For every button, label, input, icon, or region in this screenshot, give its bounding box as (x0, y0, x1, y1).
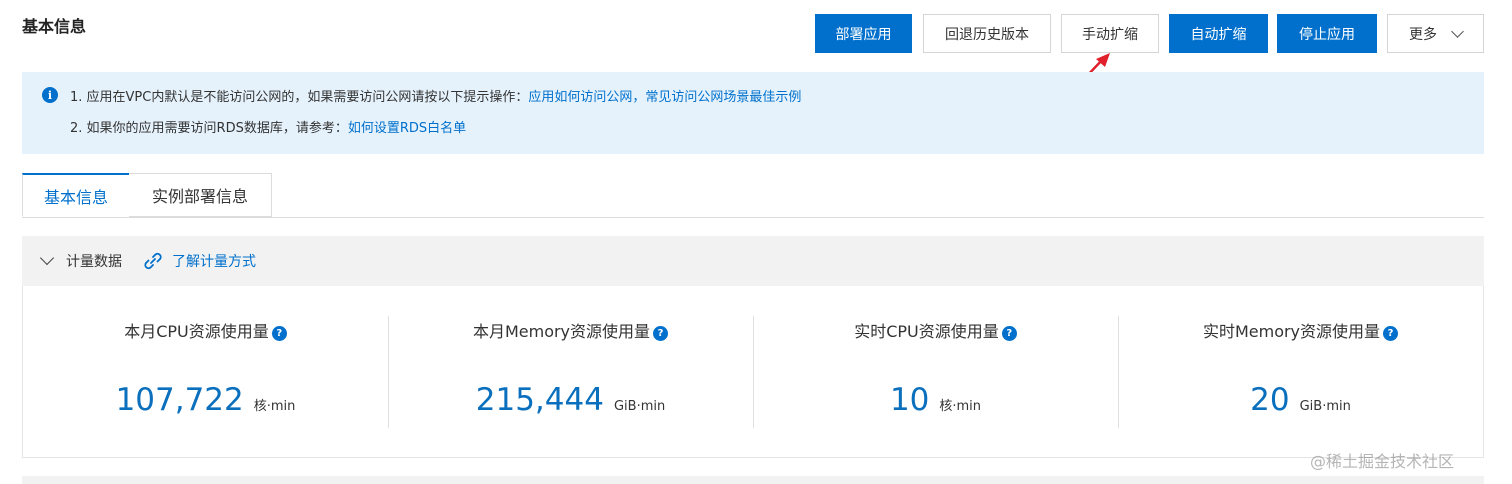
metric-value-row: 10 核·min (753, 382, 1118, 418)
more-dropdown[interactable]: 更多 (1387, 14, 1484, 53)
stop-button[interactable]: 停止应用 (1277, 14, 1377, 53)
help-icon[interactable]: ? (1001, 326, 1017, 341)
metric-value: 10 (889, 382, 930, 418)
metric-value-row: 20 GiB·min (1118, 382, 1483, 418)
metric-card: 实时CPU资源使用量? 10 核·min (753, 286, 1118, 456)
metric-unit: GiB·min (613, 399, 666, 414)
chevron-down-icon[interactable] (39, 250, 55, 266)
notice-line-1-text: 1. 应用在VPC内默认是不能访问公网的，如果需要访问公网请按以下提示操作： (70, 90, 529, 105)
info-notice: i 1. 应用在VPC内默认是不能访问公网的，如果需要访问公网请按以下提示操作：… (22, 72, 1484, 154)
notice-line-1: 1. 应用在VPC内默认是不能访问公网的，如果需要访问公网请按以下提示操作：应用… (70, 86, 801, 105)
metric-unit: 核·min (939, 399, 982, 414)
notice-line-2-text: 2. 如果你的应用需要访问RDS数据库，请参考： (70, 121, 348, 136)
link-internet-access[interactable]: 应用如何访问公网 (528, 90, 632, 105)
link-best-practices[interactable]: 常见访问公网场景最佳示例 (645, 90, 801, 105)
tab-basic-info[interactable]: 基本信息 (22, 173, 130, 217)
metric-value: 107,722 (115, 382, 244, 418)
manual-scale-button[interactable]: 手动扩缩 (1061, 14, 1159, 53)
info-icon: i (42, 87, 58, 103)
metric-title: 本月Memory资源使用量? (388, 318, 753, 342)
next-section-edge (22, 476, 1484, 484)
notice-separator: ， (632, 90, 646, 105)
metering-section-header: 计量数据 了解计量方式 (22, 236, 1484, 286)
deploy-button[interactable]: 部署应用 (815, 14, 912, 53)
metric-title-text: 实时Memory资源使用量 (1202, 322, 1381, 341)
chevron-down-icon (1451, 24, 1464, 38)
metric-card: 本月CPU资源使用量? 107,722 核·min (23, 286, 388, 456)
auto-scale-button[interactable]: 自动扩缩 (1169, 14, 1268, 53)
tab-instance-deployment[interactable]: 实例部署信息 (129, 173, 272, 217)
metric-value: 215,444 (475, 382, 604, 418)
metric-title-text: 本月CPU资源使用量 (124, 322, 269, 341)
rollback-button[interactable]: 回退历史版本 (923, 14, 1051, 53)
tab-bar: 基本信息 实例部署信息 (22, 173, 1484, 218)
link-rds-whitelist[interactable]: 如何设置RDS白名单 (348, 121, 466, 136)
metering-method-link[interactable]: 了解计量方式 (172, 251, 256, 271)
link-icon[interactable] (142, 250, 164, 272)
metric-unit: GiB·min (1299, 399, 1351, 414)
notice-line-2: 2. 如果你的应用需要访问RDS数据库，请参考：如何设置RDS白名单 (70, 117, 466, 136)
metric-title: 实时CPU资源使用量? (753, 318, 1118, 342)
metric-value-row: 215,444 GiB·min (388, 382, 753, 418)
help-icon[interactable]: ? (653, 326, 669, 341)
help-icon[interactable]: ? (271, 326, 287, 341)
metrics-panel: 本月CPU资源使用量? 107,722 核·min 本月Memory资源使用量? … (22, 286, 1484, 458)
metering-title: 计量数据 (66, 254, 122, 270)
page-title: 基本信息 (22, 17, 87, 36)
metric-title-text: 实时CPU资源使用量 (854, 322, 999, 341)
metric-value: 20 (1250, 382, 1290, 418)
help-icon[interactable]: ? (1383, 326, 1399, 341)
metric-value-row: 107,722 核·min (23, 382, 388, 418)
metric-title: 本月CPU资源使用量? (23, 318, 388, 342)
metric-title-text: 本月Memory资源使用量 (472, 322, 651, 341)
metric-card: 本月Memory资源使用量? 215,444 GiB·min (388, 286, 753, 456)
watermark: @稀土掘金技术社区 (1310, 452, 1455, 471)
metric-card: 实时Memory资源使用量? 20 GiB·min (1118, 286, 1483, 456)
more-label: 更多 (1409, 26, 1437, 43)
metric-title: 实时Memory资源使用量? (1118, 318, 1483, 342)
metric-unit: 核·min (253, 399, 296, 414)
